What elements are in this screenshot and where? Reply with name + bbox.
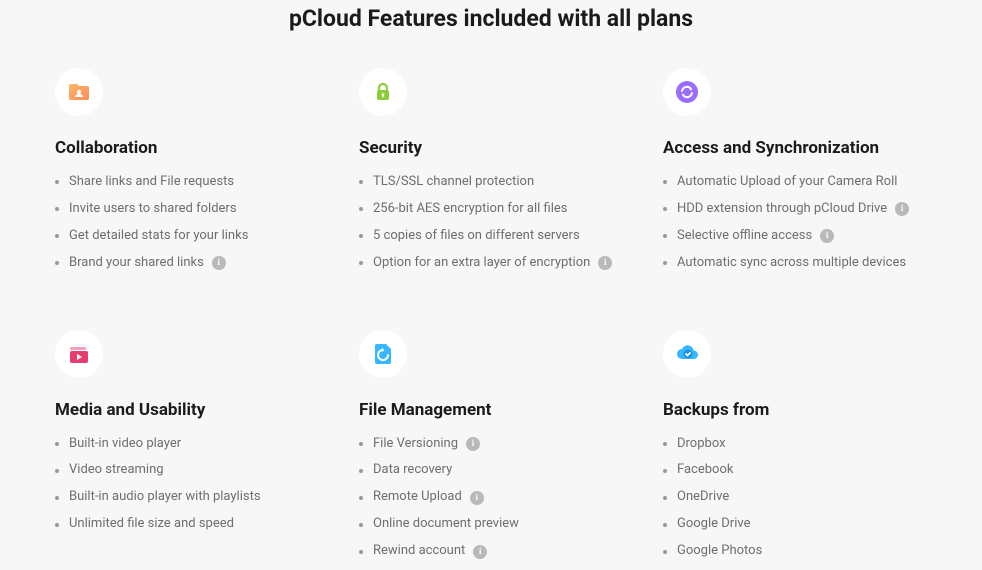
sync-icon xyxy=(663,68,711,116)
list-item: Built-in video player xyxy=(55,436,319,453)
list-item: Automatic Upload of your Camera Roll xyxy=(663,174,927,191)
feature-list: Dropbox Facebook OneDrive Google Drive G… xyxy=(663,436,927,570)
info-icon[interactable]: i xyxy=(470,491,484,505)
folder-user-icon xyxy=(55,68,103,116)
list-item: Invite users to shared folders xyxy=(55,201,319,218)
page-title: pCloud Features included with all plans xyxy=(55,5,927,32)
info-icon[interactable]: i xyxy=(212,256,226,270)
lock-icon xyxy=(359,68,407,116)
list-item: Brand your shared linksi xyxy=(55,255,319,272)
play-icon xyxy=(55,330,103,378)
cloud-check-icon xyxy=(663,330,711,378)
list-item: Option for an extra layer of encryptioni xyxy=(359,255,623,272)
feature-backups: Backups from Dropbox Facebook OneDrive G… xyxy=(663,330,927,570)
list-item: Google Drive xyxy=(663,516,927,533)
restore-icon xyxy=(359,330,407,378)
feature-title: Media and Usability xyxy=(55,400,319,420)
list-item: Remote Uploadi xyxy=(359,489,623,506)
list-item: Video streaming xyxy=(55,462,319,479)
info-icon[interactable]: i xyxy=(473,545,487,559)
feature-file-management: File Management File Versioningi Data re… xyxy=(359,330,623,570)
list-item: Get detailed stats for your links xyxy=(55,228,319,245)
list-item: File Versioningi xyxy=(359,436,623,453)
info-icon[interactable]: i xyxy=(466,437,480,451)
info-icon[interactable]: i xyxy=(820,229,834,243)
list-item: Unlimited file size and speed xyxy=(55,516,319,533)
feature-title: Access and Synchronization xyxy=(663,138,927,158)
feature-title: Security xyxy=(359,138,623,158)
info-icon[interactable]: i xyxy=(598,256,612,270)
feature-collaboration: Collaboration Share links and File reque… xyxy=(55,68,319,282)
list-item: Dropbox xyxy=(663,436,927,453)
list-item: Built-in audio player with playlists xyxy=(55,489,319,506)
feature-access-sync: Access and Synchronization Automatic Upl… xyxy=(663,68,927,282)
feature-title: Backups from xyxy=(663,400,927,420)
list-item: TLS/SSL channel protection xyxy=(359,174,623,191)
list-item: 5 copies of files on different servers xyxy=(359,228,623,245)
list-item: Rewind accounti xyxy=(359,543,623,560)
feature-list: TLS/SSL channel protection 256-bit AES e… xyxy=(359,174,623,282)
list-item: Share links and File requests xyxy=(55,174,319,191)
feature-media-usability: Media and Usability Built-in video playe… xyxy=(55,330,319,570)
feature-security: Security TLS/SSL channel protection 256-… xyxy=(359,68,623,282)
features-grid: Collaboration Share links and File reque… xyxy=(55,68,927,570)
list-item: Google Photos xyxy=(663,543,927,560)
list-item: Data recovery xyxy=(359,462,623,479)
feature-list: Built-in video player Video streaming Bu… xyxy=(55,436,319,544)
feature-list: Automatic Upload of your Camera Roll HDD… xyxy=(663,174,927,282)
list-item: OneDrive xyxy=(663,489,927,506)
list-item: HDD extension through pCloud Drivei xyxy=(663,201,927,218)
feature-list: Share links and File requests Invite use… xyxy=(55,174,319,282)
info-icon[interactable]: i xyxy=(895,202,909,216)
list-item: 256-bit AES encryption for all files xyxy=(359,201,623,218)
feature-title: Collaboration xyxy=(55,138,319,158)
feature-title: File Management xyxy=(359,400,623,420)
list-item: Selective offline accessi xyxy=(663,228,927,245)
list-item: Online document preview xyxy=(359,516,623,533)
feature-list: File Versioningi Data recovery Remote Up… xyxy=(359,436,623,570)
list-item: Automatic sync across multiple devices xyxy=(663,255,927,272)
list-item: Facebook xyxy=(663,462,927,479)
